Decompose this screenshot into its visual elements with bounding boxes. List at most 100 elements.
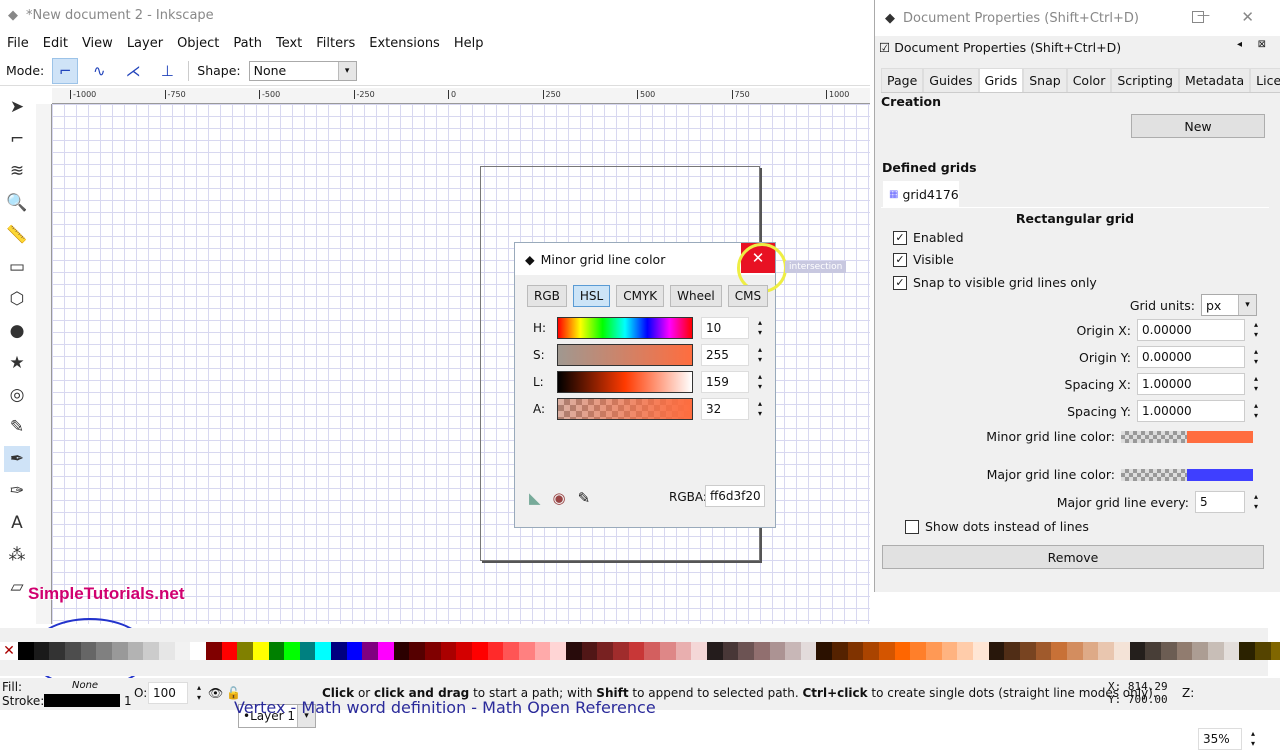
spiro-mode-icon[interactable]: ∿ [86,58,112,84]
units-select[interactable]: px▾ [1201,294,1257,316]
palette-swatch[interactable] [629,642,645,660]
palette-swatch[interactable] [863,642,879,660]
palette-swatch[interactable] [81,642,97,660]
tab-scripting[interactable]: Scripting [1111,68,1179,92]
no-paint-icon[interactable]: ✕ [0,642,18,660]
palette-swatch[interactable] [832,642,848,660]
palette-swatch[interactable] [957,642,973,660]
palette-swatch[interactable] [488,642,504,660]
palette-swatch[interactable] [895,642,911,660]
palette-swatch[interactable] [362,642,378,660]
palette-swatch[interactable] [754,642,770,660]
palette-swatch[interactable] [237,642,253,660]
palette-swatch[interactable] [409,642,425,660]
palette-swatch[interactable] [738,642,754,660]
spacing-x-input[interactable]: 1.00000 [1137,373,1245,395]
channel-input[interactable]: 159 [701,371,749,393]
eraser-icon[interactable]: ▱ [4,574,30,600]
palette-swatch[interactable] [989,642,1005,660]
palette-swatch[interactable] [222,642,238,660]
channel-slider[interactable] [557,398,693,420]
rgba-input[interactable]: ff6d3f20 [705,485,765,507]
tab-wheel[interactable]: Wheel [670,285,722,307]
menu-help[interactable]: Help [454,36,484,51]
selector-icon[interactable]: ➤ [4,94,30,120]
palette-swatch[interactable] [1114,642,1130,660]
palette-swatch[interactable] [613,642,629,660]
palette-swatch[interactable] [269,642,285,660]
stroke-swatch[interactable] [44,694,120,707]
canvas-hscroll[interactable] [0,628,1268,642]
palette-swatch[interactable] [1067,642,1083,660]
eyedropper-icon[interactable]: ✎ [578,489,591,507]
palette-swatch[interactable] [456,642,472,660]
palette-swatch[interactable] [519,642,535,660]
minor-color-button[interactable] [1121,431,1253,443]
tab-cms[interactable]: CMS [728,285,768,307]
palette-swatch[interactable] [425,642,441,660]
palette-swatch[interactable] [284,642,300,660]
menu-path[interactable]: Path [233,36,262,51]
palette-swatch[interactable] [1255,642,1271,660]
palette-swatch[interactable] [707,642,723,660]
paraxial-mode-icon[interactable]: ⊥ [154,58,180,84]
color-managed-icon[interactable]: ◣ [529,489,541,507]
palette-swatch[interactable] [18,642,34,660]
palette-swatch[interactable] [723,642,739,660]
palette-swatch[interactable] [441,642,457,660]
menu-edit[interactable]: Edit [43,36,68,51]
spray-icon[interactable]: ⁂ [4,542,30,568]
palette-swatch[interactable] [660,642,676,660]
collapse-icon[interactable]: ◂ [1237,39,1242,50]
close-panel-icon[interactable]: ⊠ [1258,39,1266,50]
palette-swatch[interactable] [848,642,864,660]
maximize-icon[interactable] [1192,11,1204,23]
palette-swatch[interactable] [785,642,801,660]
eye-icon[interactable]: 👁 [208,686,223,700]
enabled-checkbox[interactable]: ✓Enabled [893,230,964,245]
origin-x-input[interactable]: 0.00000 [1137,319,1245,341]
palette-swatch[interactable] [1192,642,1208,660]
palette-swatch[interactable] [65,642,81,660]
palette-swatch[interactable] [128,642,144,660]
bspline-mode-icon[interactable]: ⋌ [120,58,146,84]
channel-slider[interactable] [557,344,693,366]
palette-swatch[interactable] [910,642,926,660]
close-icon[interactable]: ✕ [1241,8,1254,26]
zoom-input[interactable]: 35% [1198,728,1242,750]
palette-swatch[interactable] [394,642,410,660]
palette-swatch[interactable] [1239,642,1255,660]
palette-swatch[interactable] [816,642,832,660]
tab-guides[interactable]: Guides [923,68,978,92]
palette-swatch[interactable] [691,642,707,660]
pencil-icon[interactable]: ✎ [4,414,30,440]
text-icon[interactable]: A [4,510,30,536]
grid-tab[interactable]: ▦grid4176 [883,181,959,207]
palette-swatch[interactable] [1036,642,1052,660]
palette-swatch[interactable] [253,642,269,660]
palette-swatch[interactable] [1098,642,1114,660]
palette-swatch[interactable] [566,642,582,660]
palette-swatch[interactable] [1020,642,1036,660]
remove-grid-button[interactable]: Remove [882,545,1264,569]
palette-swatch[interactable] [801,642,817,660]
out-of-gamut-icon[interactable]: ◉ [553,489,566,507]
palette-swatch[interactable] [1130,642,1146,660]
palette-swatch[interactable] [550,642,566,660]
node-icon[interactable]: ⌐ [4,126,30,152]
palette-swatch[interactable] [472,642,488,660]
tab-grids[interactable]: Grids [979,68,1024,92]
palette-swatch[interactable] [378,642,394,660]
palette-swatch[interactable] [300,642,316,660]
palette-swatch[interactable] [973,642,989,660]
palette-swatch[interactable] [175,642,191,660]
show-dots-checkbox[interactable]: Show dots instead of lines [905,519,1089,534]
palette-swatch[interactable] [159,642,175,660]
palette-swatch[interactable] [1271,642,1280,660]
menu-extensions[interactable]: Extensions [369,36,440,51]
tab-color[interactable]: Color [1067,68,1112,92]
palette-swatch[interactable] [770,642,786,660]
tab-cmyk[interactable]: CMYK [616,285,664,307]
tweak-icon[interactable]: ≋ [4,158,30,184]
palette-swatch[interactable] [1145,642,1161,660]
